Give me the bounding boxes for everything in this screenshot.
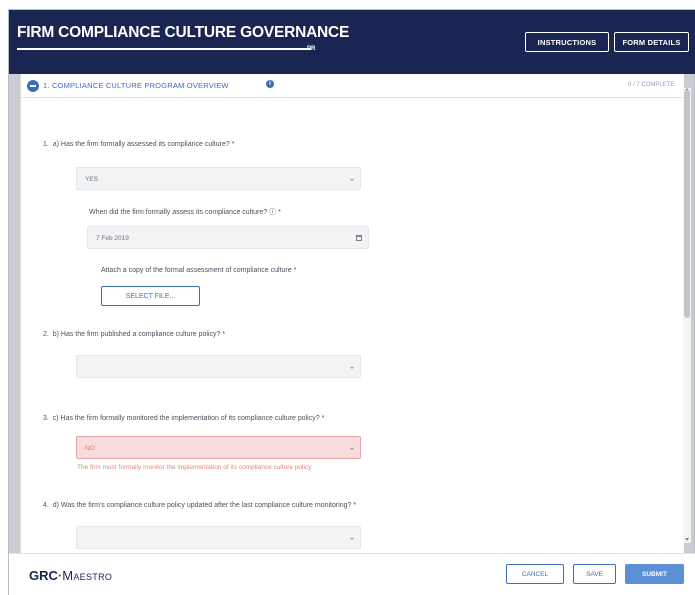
select-value: NO [85, 445, 95, 452]
chevron-down-icon [350, 448, 354, 450]
date-value: 7 Feb 2019 [96, 235, 129, 242]
question-1-label: 1. a) Has the firm formally assessed its… [43, 141, 234, 148]
chevron-down-icon [350, 179, 354, 181]
app-header: FIRM COMPLIANCE CULTURE GOVERNANCE PR IN… [9, 10, 695, 74]
question-3-select[interactable]: NO [76, 436, 361, 459]
question-1-attach-label: Attach a copy of the formal assessment o… [101, 267, 297, 274]
question-text: a) Has the firm formally assessed its co… [52, 141, 235, 148]
form-details-button[interactable]: FORM DETAILS [614, 32, 689, 52]
cancel-button[interactable]: CANCEL [506, 564, 564, 584]
question-2-label: 2. b) Has the firm published a complianc… [43, 331, 225, 338]
question-1-select[interactable]: YES [76, 167, 361, 190]
question-1-date-label: When did the firm formally assess its co… [89, 209, 281, 216]
footer-bar: GRC·Maestro CANCEL SAVE SUBMIT [9, 553, 695, 595]
instructions-button[interactable]: INSTRUCTIONS [525, 32, 609, 52]
scrollbar[interactable] [683, 88, 691, 543]
question-number: 1. [43, 141, 49, 148]
question-4-label: 4. d) Was the firm's compliance culture … [43, 502, 356, 509]
form-window: FIRM COMPLIANCE CULTURE GOVERNANCE PR IN… [8, 9, 695, 595]
question-text: b) Has the firm published a compliance c… [52, 331, 226, 338]
select-file-button[interactable]: SELECT FILE... [101, 286, 200, 306]
calendar-icon[interactable] [356, 235, 362, 241]
question-3-label: 3. c) Has the firm formally monitored th… [43, 415, 324, 422]
form-title: FIRM COMPLIANCE CULTURE GOVERNANCE [17, 24, 350, 41]
grc-maestro-logo: GRC·Maestro [29, 568, 112, 583]
question-number: 2. [43, 331, 49, 338]
question-number: 3. [43, 415, 49, 422]
question-4-select[interactable] [76, 526, 361, 549]
chevron-down-icon [350, 538, 354, 540]
title-tag: PR [307, 46, 316, 52]
collapse-icon[interactable] [27, 80, 39, 92]
section-header[interactable]: 1. COMPLIANCE CULTURE PROGRAM OVERVIEW i… [21, 74, 684, 98]
scroll-down-icon[interactable] [685, 538, 689, 541]
save-button[interactable]: SAVE [573, 564, 616, 584]
info-icon[interactable]: i [266, 80, 274, 88]
section-title: 1. COMPLIANCE CULTURE PROGRAM OVERVIEW [43, 81, 229, 90]
question-2-select[interactable] [76, 355, 361, 378]
logo-grc: GRC [29, 568, 58, 583]
question-3-error: The firm must formally monitor the imple… [77, 464, 312, 471]
submit-button[interactable]: SUBMIT [625, 564, 684, 584]
select-value: YES [85, 176, 99, 183]
scrollbar-thumb[interactable] [684, 90, 690, 318]
title-underline [17, 48, 311, 50]
section-card: 1. COMPLIANCE CULTURE PROGRAM OVERVIEW i… [20, 74, 684, 553]
question-text: d) Was the firm's compliance culture pol… [52, 502, 357, 509]
question-text: c) Has the firm formally monitored the i… [52, 415, 325, 422]
logo-maestro: Maestro [62, 568, 113, 583]
section-status: 0 / 7 COMPLETE [628, 82, 675, 88]
question-1-date-field[interactable]: 7 Feb 2019 [87, 226, 369, 249]
question-number: 4. [43, 502, 49, 509]
chevron-down-icon [350, 367, 354, 369]
